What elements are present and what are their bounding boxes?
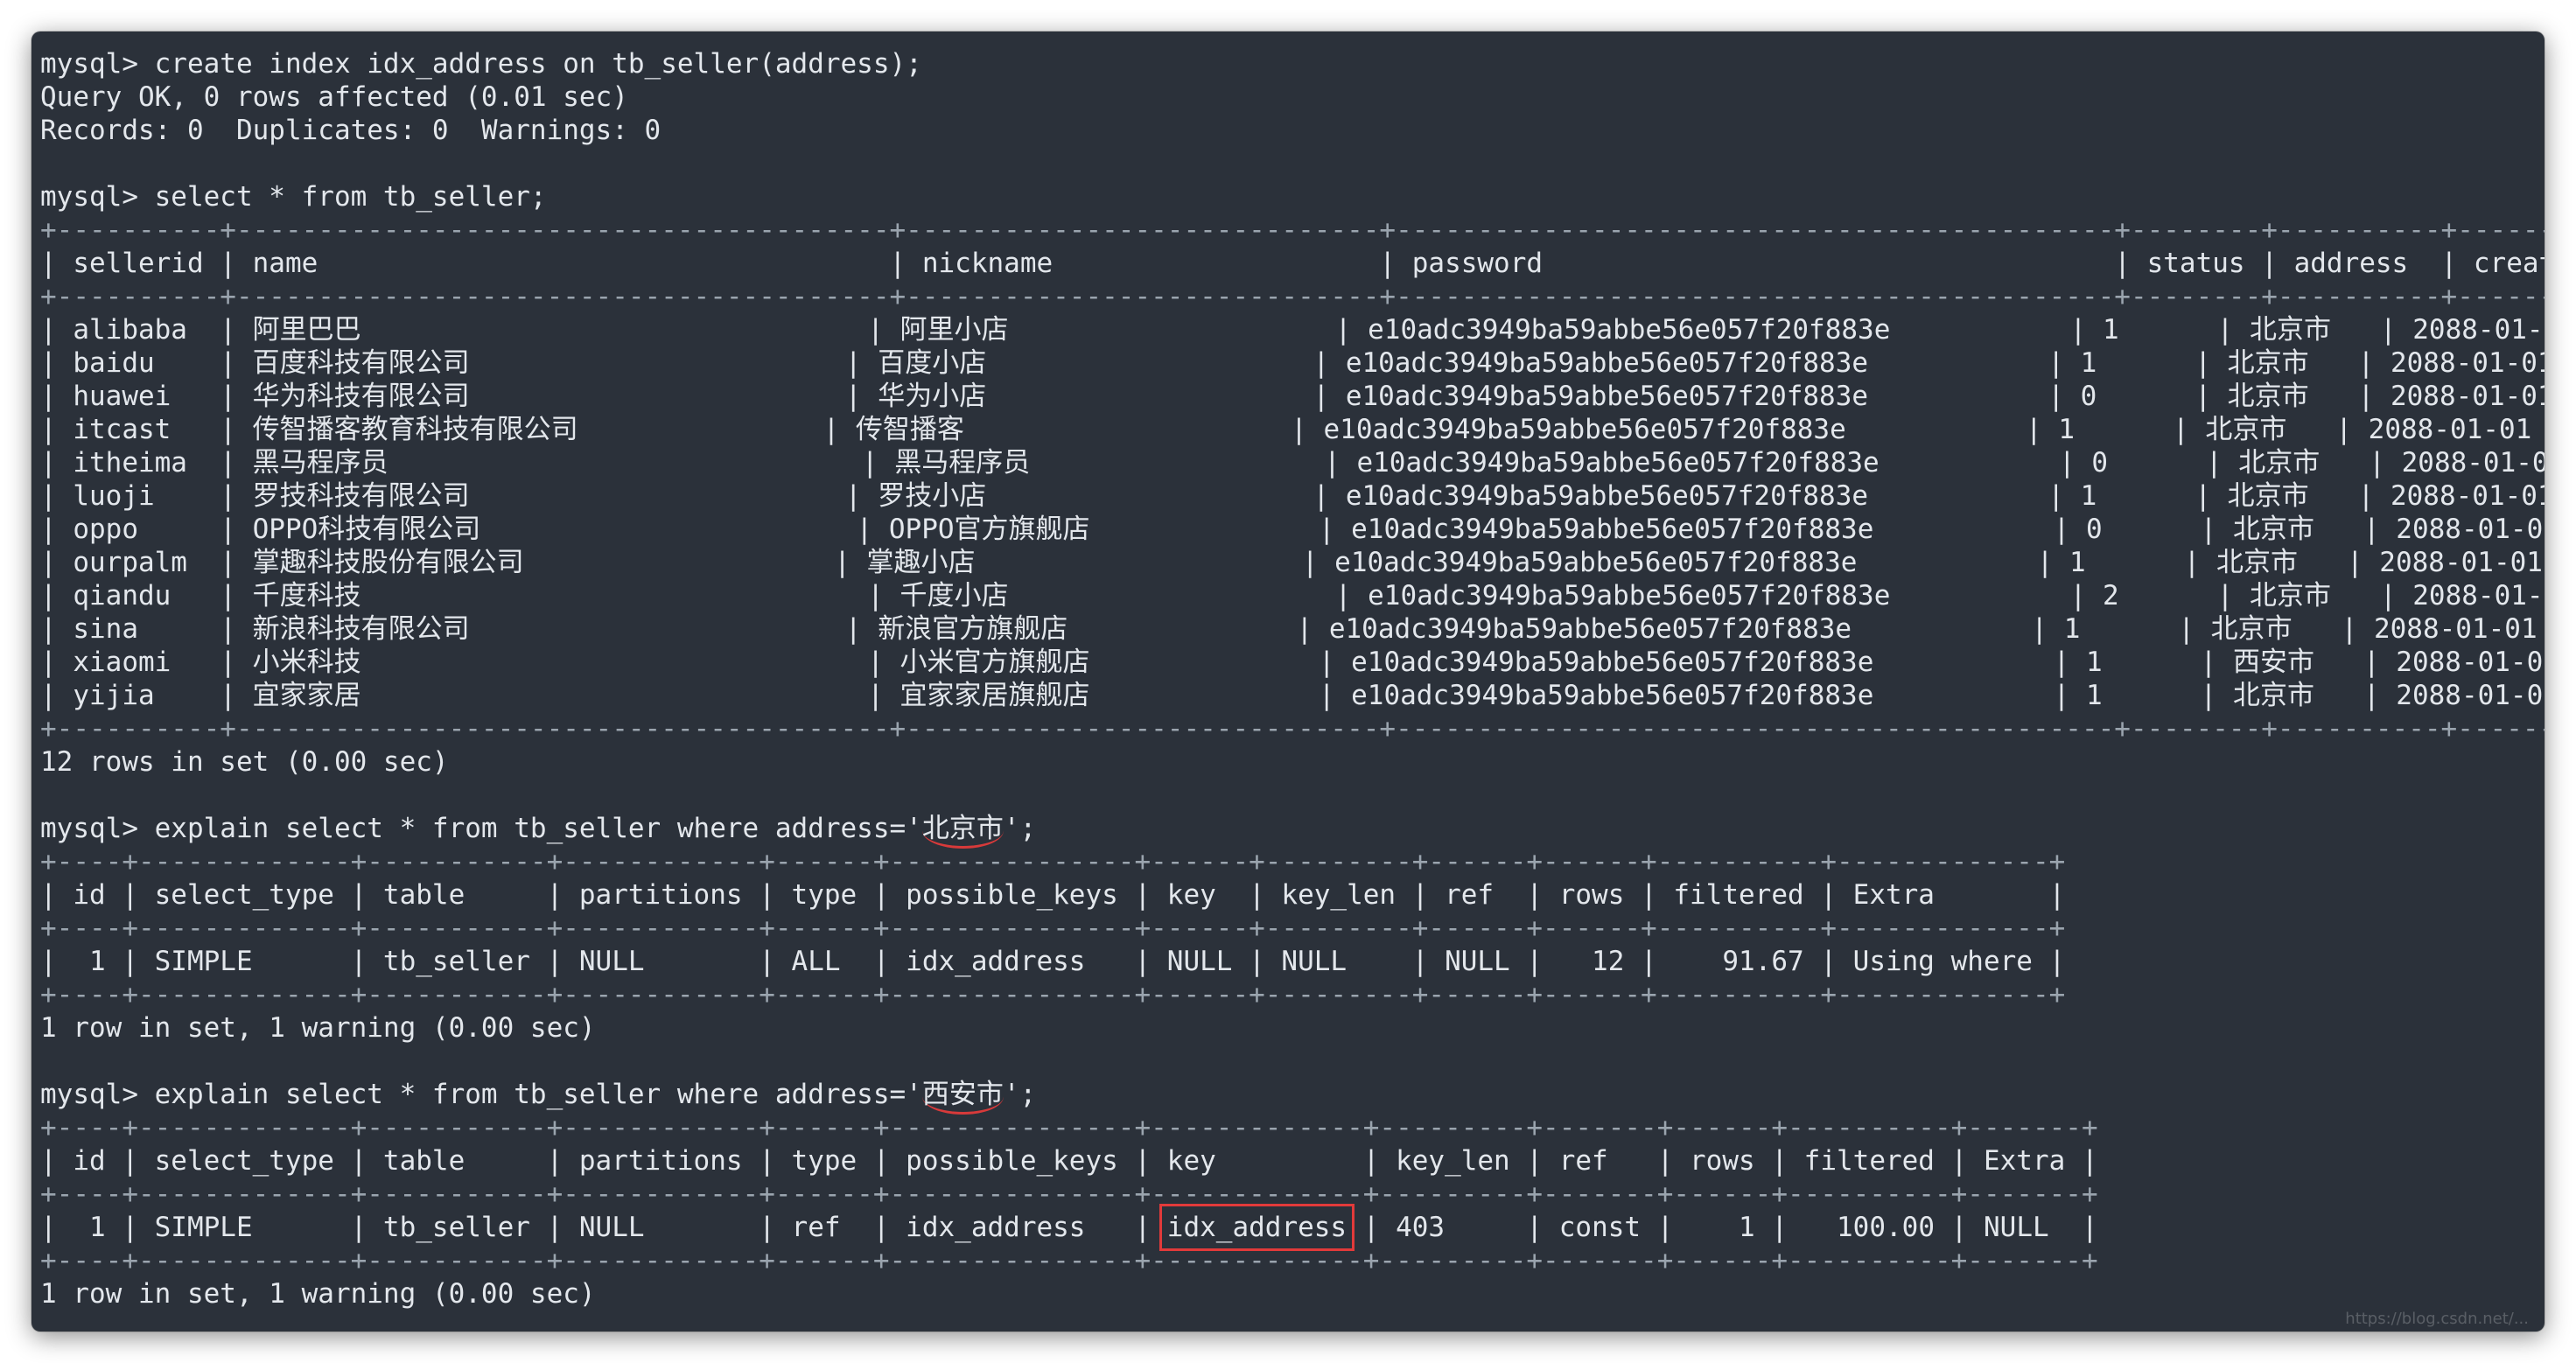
terminal-line: 1 row in set, 1 warning (0.00 sec) [40,1278,596,1310]
terminal-line: | 1 | SIMPLE | tb_seller | NULL | ALL | … [40,946,2066,977]
terminal-line: | sellerid | name | nickname | password … [40,248,2544,279]
terminal-line: | sina | 新浪科技有限公司 | 新浪官方旗舰店 | e10adc3949… [40,613,2544,645]
terminal-line: | ourpalm | 掌趣科技股份有限公司 | 掌趣小店 | e10adc39… [40,547,2544,578]
line-segment: mysql> explain select * from tb_seller w… [40,813,922,844]
terminal-line: mysql> select * from tb_seller; [40,181,547,213]
terminal-line: | luoji | 罗技科技有限公司 | 罗技小店 | e10adc3949ba… [40,480,2544,512]
watermark: https://blog.csdn.net/... [2345,1310,2529,1328]
table-border: +----+-------------+-----------+--------… [40,912,2066,944]
terminal-line: | oppo | OPPO科技有限公司 | OPPO官方旗舰店 | e10adc… [40,514,2544,545]
line-segment: | 403 | const | 1 | 100.00 | NULL | [1347,1212,2098,1243]
underlined-value: 北京市 [921,813,1004,849]
terminal-line: | id | select_type | table | partitions … [40,879,2066,911]
terminal-line: Query OK, 0 rows affected (0.01 sec) [40,81,628,113]
table-border: +----+-------------+-----------+--------… [40,1112,2098,1143]
terminal-line: | qiandu | 千度科技 | 千度小店 | e10adc3949ba59a… [40,580,2544,612]
table-border: +----------+----------------------------… [40,214,2544,246]
terminal-line: | id | select_type | table | partitions … [40,1145,2098,1177]
terminal-line: mysql> create index idx_address on tb_se… [40,48,922,80]
terminal-line: | xiaomi | 小米科技 | 小米官方旗舰店 | e10adc3949ba… [40,647,2544,678]
terminal-line: | itheima | 黑马程序员 | 黑马程序员 | e10adc3949ba… [40,447,2544,479]
table-border: +----------+----------------------------… [40,281,2544,312]
table-border: +----+-------------+-----------+--------… [40,1178,2098,1210]
table-border: +----+-------------+-----------+--------… [40,979,2066,1010]
terminal-window: mysql> create index idx_address on tb_se… [32,31,2544,1332]
highlighted-key-box: idx_address [1158,1204,1355,1251]
terminal-line: | huawei | 华为科技有限公司 | 华为小店 | e10adc3949b… [40,381,2544,412]
terminal-line: mysql> explain select * from tb_seller w… [40,812,2544,849]
terminal-line: | 1 | SIMPLE | tb_seller | NULL | ref | … [40,1204,2544,1251]
table-border: +----+-------------+-----------+--------… [40,1245,2098,1276]
terminal-line: 1 row in set, 1 warning (0.00 sec) [40,1012,596,1044]
terminal-output[interactable]: mysql> create index idx_address on tb_se… [40,47,2544,1311]
terminal-line: | itcast | 传智播客教育科技有限公司 | 传智播客 | e10adc3… [40,414,2544,445]
line-segment: '; [1003,813,1037,844]
table-border: +----------+----------------------------… [40,713,2544,744]
line-segment: mysql> explain select * from tb_seller w… [40,1079,922,1110]
terminal-line: | baidu | 百度科技有限公司 | 百度小店 | e10adc3949ba… [40,347,2544,379]
line-segment: | 1 | SIMPLE | tb_seller | NULL | ref | … [40,1212,1167,1243]
underlined-value: 西安市 [921,1079,1004,1115]
terminal-line: 12 rows in set (0.00 sec) [40,746,449,778]
terminal-line: | alibaba | 阿里巴巴 | 阿里小店 | e10adc3949ba59… [40,314,2544,346]
line-segment: '; [1003,1079,1037,1110]
table-border: +----+-------------+-----------+--------… [40,846,2066,877]
terminal-line: mysql> explain select * from tb_seller w… [40,1078,2544,1115]
terminal-line: Records: 0 Duplicates: 0 Warnings: 0 [40,115,662,146]
terminal-line: | yijia | 宜家家居 | 宜家家居旗舰店 | e10adc3949ba5… [40,680,2544,711]
